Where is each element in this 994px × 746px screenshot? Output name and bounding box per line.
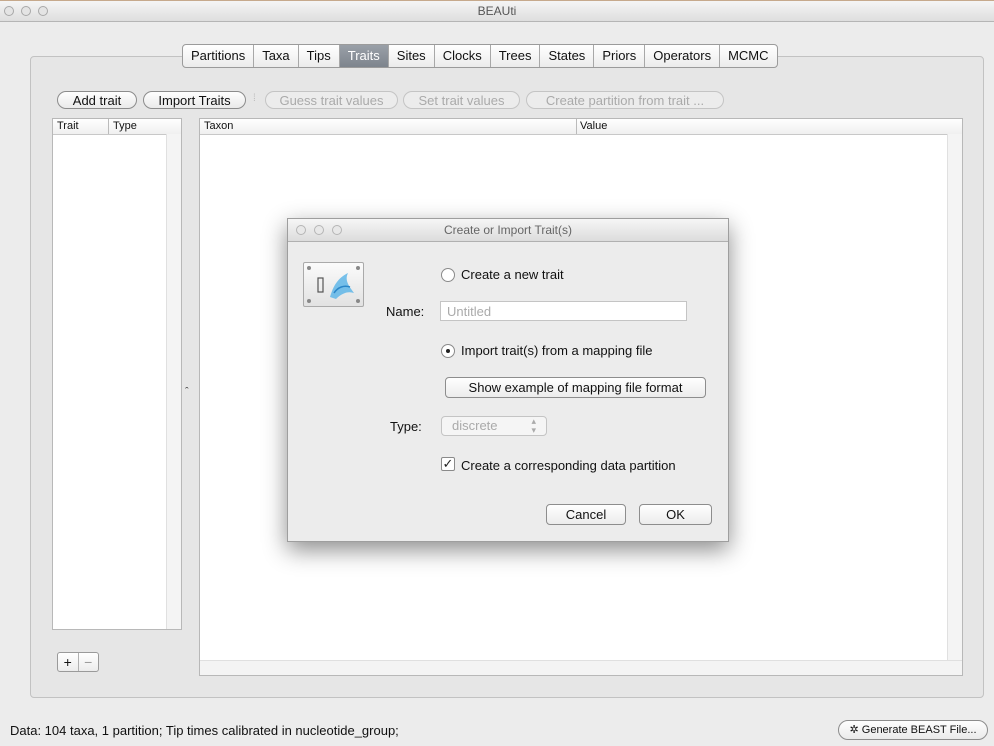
- tab-tips[interactable]: Tips: [299, 45, 340, 67]
- select-arrows-icon: ▴ ▾: [531, 416, 536, 435]
- remove-trait-minus-button[interactable]: −: [77, 653, 99, 671]
- type-label: Type:: [390, 419, 422, 434]
- trait-column-header[interactable]: Trait: [57, 119, 79, 134]
- type-column-header[interactable]: Type: [108, 119, 137, 134]
- show-example-button[interactable]: Show example of mapping file format: [445, 377, 706, 398]
- taxon-column-header[interactable]: Taxon: [204, 119, 233, 134]
- window-title: BEAUti: [477, 4, 517, 18]
- gear-icon: ✲: [849, 724, 859, 736]
- tab-bar: Partitions Taxa Tips Traits Sites Clocks…: [182, 44, 778, 68]
- trait-table-header: Trait Type: [53, 119, 181, 135]
- tab-trees[interactable]: Trees: [491, 45, 541, 67]
- type-select-value: discrete: [452, 418, 498, 433]
- trait-table-scrollbar[interactable]: [166, 134, 181, 629]
- tab-mcmc[interactable]: MCMC: [720, 45, 776, 67]
- tab-clocks[interactable]: Clocks: [435, 45, 491, 67]
- ok-button[interactable]: OK: [639, 504, 712, 525]
- tab-priors[interactable]: Priors: [594, 45, 646, 67]
- create-partition-from-trait-button[interactable]: Create partition from trait ...: [526, 91, 724, 109]
- tab-taxa[interactable]: Taxa: [254, 45, 299, 67]
- import-trait-label: Import trait(s) from a mapping file: [461, 343, 653, 358]
- tab-partitions[interactable]: Partitions: [183, 45, 255, 67]
- title-bar: BEAUti: [0, 0, 994, 22]
- cancel-button[interactable]: Cancel: [546, 504, 626, 525]
- taxon-table-header: Taxon Value: [200, 119, 962, 135]
- value-column-header[interactable]: Value: [576, 119, 607, 134]
- add-trait-button[interactable]: Add trait: [57, 91, 137, 109]
- status-text: Data: 104 taxa, 1 partition; Tip times c…: [10, 723, 399, 738]
- generate-button-label: Generate BEAST File...: [861, 724, 977, 736]
- tab-traits[interactable]: Traits: [339, 45, 389, 67]
- trait-name-input[interactable]: [440, 301, 687, 321]
- splitter-handle-icon[interactable]: ˆ: [185, 386, 189, 398]
- create-new-trait-radio[interactable]: [441, 268, 455, 282]
- taxon-table-vscrollbar[interactable]: [947, 134, 962, 675]
- create-partition-label: Create a corresponding data partition: [461, 458, 676, 473]
- beauti-window: BEAUti Partitions Taxa Tips Traits Sites…: [0, 0, 994, 746]
- create-import-trait-dialog: Create or Import Trait(s) Create a new t…: [287, 218, 729, 542]
- type-select[interactable]: discrete ▴ ▾: [441, 416, 547, 436]
- trait-list-buttons: + −: [57, 652, 99, 672]
- toolbar-separator: ⁞: [253, 93, 256, 104]
- create-partition-checkbox[interactable]: ✓: [441, 457, 455, 471]
- dialog-title: Create or Import Trait(s): [443, 223, 573, 237]
- tab-operators[interactable]: Operators: [645, 45, 721, 67]
- create-new-trait-label: Create a new trait: [461, 267, 564, 282]
- import-traits-button[interactable]: Import Traits: [143, 91, 246, 109]
- trait-table[interactable]: Trait Type: [52, 118, 182, 630]
- generate-beast-file-button[interactable]: ✲ Generate BEAST File...: [838, 720, 988, 740]
- name-label: Name:: [386, 304, 425, 319]
- tab-sites[interactable]: Sites: [389, 45, 435, 67]
- guess-trait-values-button[interactable]: Guess trait values: [265, 91, 398, 109]
- beauti-app-icon: [303, 262, 364, 307]
- taxon-table-hscrollbar[interactable]: [200, 660, 962, 675]
- dialog-title-bar: Create or Import Trait(s): [288, 219, 728, 242]
- import-trait-radio[interactable]: [441, 344, 455, 358]
- add-trait-plus-button[interactable]: +: [58, 653, 78, 671]
- set-trait-values-button[interactable]: Set trait values: [403, 91, 520, 109]
- tab-states[interactable]: States: [540, 45, 595, 67]
